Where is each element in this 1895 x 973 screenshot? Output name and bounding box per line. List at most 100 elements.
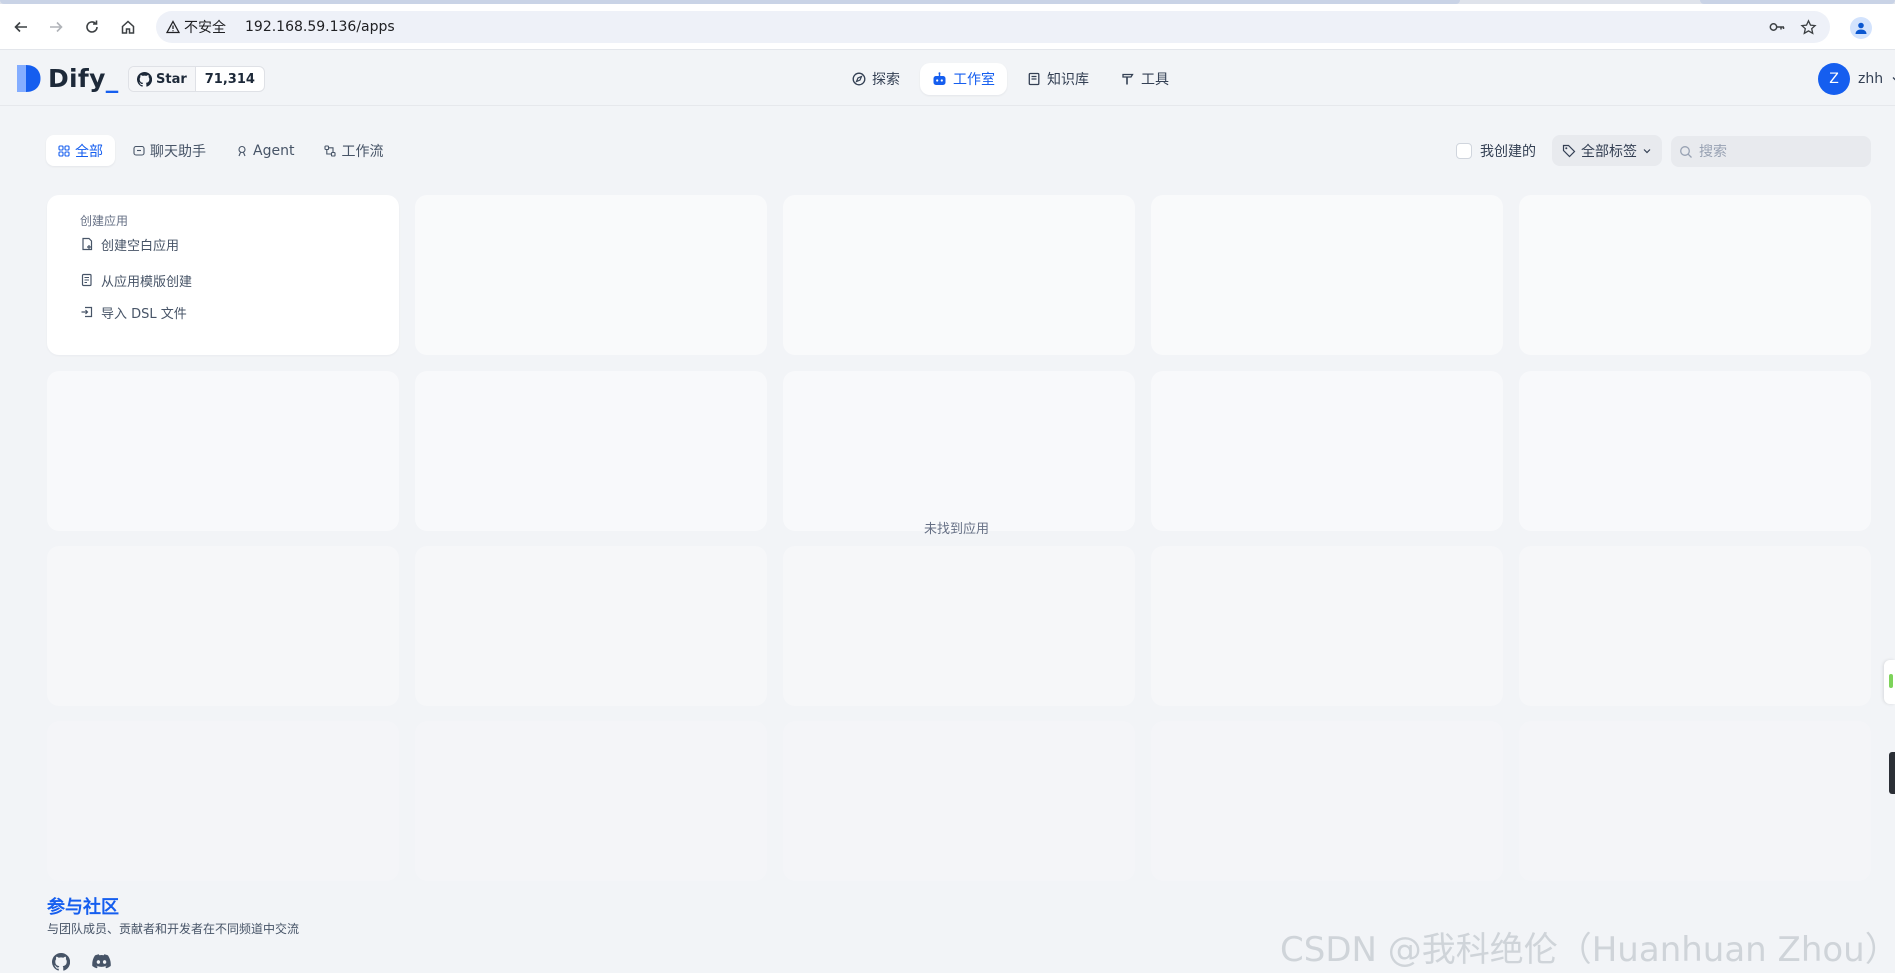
security-indicator[interactable]: 不安全 [166, 18, 226, 36]
avatar: Z [1818, 63, 1850, 95]
reload-button[interactable] [80, 15, 104, 39]
nav-studio-label: 工作室 [953, 72, 995, 88]
github-star-label: Star [156, 71, 187, 87]
chat-icon [133, 145, 145, 156]
tag-filter-label: 全部标签 [1581, 143, 1637, 160]
brand-name: Dify_ [48, 64, 119, 93]
app-card-placeholder [415, 371, 767, 531]
arrow-right-icon [50, 21, 63, 33]
browser-profile-button[interactable] [1850, 17, 1872, 39]
chevron-down-icon [1892, 77, 1895, 81]
bookmark-button[interactable] [1798, 17, 1818, 37]
watermark-text: CSDN @我科绝伦（Huanhuan Zhou） [1280, 930, 1895, 970]
user-menu[interactable]: Z zhh [1818, 63, 1895, 95]
star-icon [1799, 18, 1817, 35]
compass-icon [852, 72, 866, 86]
community-links [51, 952, 111, 973]
nav-knowledge-label: 知识库 [1047, 72, 1089, 88]
github-link[interactable] [51, 952, 71, 973]
key-icon [1769, 23, 1785, 31]
file-plus-icon [82, 237, 93, 251]
app-card-placeholder [1519, 546, 1871, 706]
app-card-placeholder [1519, 371, 1871, 531]
hammer-icon [1122, 73, 1134, 85]
app-card-placeholder [783, 371, 1135, 531]
person-icon [1855, 22, 1867, 34]
nav-explore[interactable]: 探索 [840, 63, 912, 95]
app-card-placeholder [1151, 195, 1503, 355]
app-card-placeholder [47, 371, 399, 531]
workflow-icon [324, 144, 337, 157]
warning-icon [166, 20, 180, 34]
create-from-template[interactable]: 从应用模版创建 [80, 269, 192, 291]
nav-explore-label: 探索 [872, 72, 900, 88]
nav-tools[interactable]: 工具 [1109, 63, 1181, 95]
url-text[interactable]: 192.168.59.136/apps [245, 18, 395, 36]
tab-agent[interactable]: Agent [224, 135, 306, 166]
community-title: 参与社区 [47, 897, 119, 918]
forward-button[interactable] [44, 15, 68, 39]
nav-studio[interactable]: 工作室 [920, 63, 1007, 95]
floating-side-tab[interactable] [1884, 660, 1895, 704]
github-icon [137, 71, 152, 87]
tag-icon [1562, 144, 1576, 157]
created-by-me-toggle[interactable]: 我创建的 [1456, 140, 1536, 162]
password-key-button[interactable] [1767, 17, 1787, 37]
app-card-placeholder [1151, 546, 1503, 706]
app-header: Dify_ Star 71,314 探索 工作室 知识库 工具 Z zhh [0, 51, 1895, 106]
robot-icon [933, 71, 946, 85]
tab-all[interactable]: 全部 [46, 135, 115, 166]
app-card-placeholder [783, 195, 1135, 355]
github-icon [51, 952, 71, 971]
reload-icon [86, 20, 98, 33]
app-card-placeholder [783, 546, 1135, 706]
app-card-placeholder [415, 546, 767, 706]
create-app-title: 创建应用 [80, 214, 129, 228]
tab-agent-label: Agent [253, 142, 295, 159]
app-card-placeholder [1151, 371, 1503, 531]
create-from-template-label: 从应用模版创建 [101, 274, 193, 290]
dify-logo-icon [17, 64, 41, 92]
created-by-me-label: 我创建的 [1480, 144, 1536, 160]
discord-link[interactable] [92, 953, 111, 973]
app-card-placeholder [47, 546, 399, 706]
github-star-label-wrap: Star [129, 67, 196, 91]
back-button[interactable] [9, 15, 33, 39]
brand-underscore: _ [105, 63, 119, 93]
community-description: 与团队成员、贡献者和开发者在不同频道中交流 [47, 922, 300, 936]
tab-chat-assistant[interactable]: 聊天助手 [121, 135, 218, 166]
scroll-handle[interactable] [1889, 752, 1895, 794]
create-blank-app[interactable]: 创建空白应用 [80, 233, 179, 255]
tag-filter-select[interactable]: 全部标签 [1552, 135, 1662, 166]
app-type-tabs: 全部 聊天助手 Agent 工作流 [46, 135, 395, 166]
app-card-placeholder [1519, 721, 1871, 881]
home-icon [121, 20, 135, 34]
browser-toolbar: 不安全 192.168.59.136/apps [0, 4, 1895, 50]
arrow-left-icon [14, 21, 27, 33]
book-icon [1028, 72, 1040, 86]
nav-knowledge[interactable]: 知识库 [1015, 63, 1101, 95]
import-icon [81, 306, 93, 318]
brand-name-text: Dify [48, 63, 106, 93]
address-bar[interactable]: 不安全 192.168.59.136/apps [156, 11, 1830, 43]
import-dsl-file-label: 导入 DSL 文件 [101, 306, 187, 322]
security-label: 不安全 [184, 20, 226, 36]
search-input[interactable] [1699, 143, 1859, 160]
create-app-card: 创建应用 创建空白应用 从应用模版创建 导入 DSL 文件 [47, 195, 399, 355]
github-star-button[interactable]: Star 71,314 [128, 66, 265, 92]
app-card-placeholder [783, 721, 1135, 881]
tab-workflow[interactable]: 工作流 [312, 135, 395, 166]
user-name: zhh [1858, 71, 1884, 87]
app-card-placeholder [1151, 721, 1503, 881]
dify-logo[interactable]: Dify_ [17, 64, 119, 93]
home-button[interactable] [116, 15, 140, 39]
search-box[interactable] [1671, 136, 1871, 167]
app-card-placeholder [415, 195, 767, 355]
template-icon [81, 273, 92, 287]
created-by-me-checkbox[interactable] [1456, 143, 1472, 159]
import-dsl-file[interactable]: 导入 DSL 文件 [80, 301, 187, 323]
main-nav: 探索 工作室 知识库 工具 [840, 63, 1181, 95]
tab-all-label: 全部 [75, 143, 103, 160]
tab-workflow-label: 工作流 [341, 143, 384, 160]
app-card-placeholder [1519, 195, 1871, 355]
